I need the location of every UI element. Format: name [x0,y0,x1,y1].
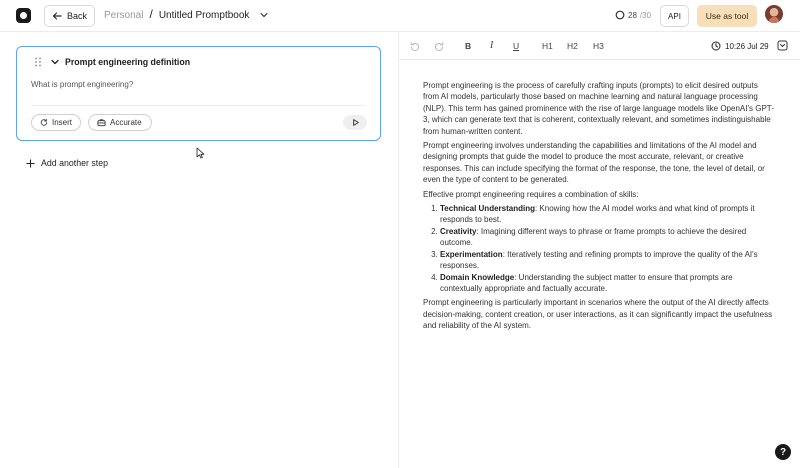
back-button[interactable]: Back [44,5,95,27]
mouse-cursor-icon [196,147,205,159]
heading-2-button[interactable]: H2 [567,41,578,51]
undo-button[interactable] [410,41,420,51]
pane-divider[interactable] [398,33,399,468]
heading-3-button[interactable]: H3 [593,41,604,51]
chevron-down-icon[interactable] [259,10,269,20]
skill-desc: : Imagining different ways to phrase or … [440,226,747,248]
play-icon [352,119,359,126]
redo-icon [435,42,444,51]
steps-panel: Prompt engineering definition What is pr… [0,33,398,468]
timestamp-text: 10:26 Jul 29 [725,41,769,51]
list-item: Technical Understanding: Knowing how the… [440,203,775,226]
underline-button[interactable]: U [513,41,519,51]
insert-label: Insert [51,118,72,127]
paragraph: Prompt engineering involves understandin… [423,141,765,185]
undo-icon [410,42,419,51]
saved-timestamp: 10:26 Jul 29 [711,41,769,51]
insert-button[interactable]: Insert [31,114,81,131]
skill-term: Creativity [440,226,477,236]
step-title[interactable]: Prompt engineering definition [65,57,190,67]
list-item: Experimentation: Iteratively testing and… [440,249,775,272]
list-item: Creativity: Imagining different ways to … [440,226,775,249]
step-prompt-input[interactable]: What is prompt engineering? [31,80,133,89]
use-as-tool-button[interactable]: Use as tool [697,5,757,27]
api-button[interactable]: API [660,5,689,27]
paragraph: Prompt engineering is the process of car… [423,81,774,136]
credits-counter: 28/30 [615,10,651,20]
expand-icon[interactable] [777,40,788,51]
skill-term: Technical Understanding [440,204,535,214]
add-step-button[interactable]: Add another step [26,158,108,168]
drag-handle-icon[interactable] [34,57,42,67]
document-body[interactable]: Prompt engineering is the process of car… [423,80,775,335]
redo-button[interactable] [434,41,444,51]
skill-term: Domain Knowledge [440,272,515,282]
credits-total: /30 [639,10,652,20]
paragraph: Prompt engineering is particularly impor… [423,298,773,331]
clock-icon [711,41,721,51]
refresh-icon [40,118,48,126]
arrow-left-icon [52,12,62,20]
accurate-label: Accurate [110,118,142,127]
help-icon[interactable]: ? [775,444,791,460]
credits-used: 28 [628,10,637,20]
italic-button[interactable]: I [490,40,493,51]
run-step-button[interactable] [343,115,367,130]
list-item: Domain Knowledge: Understanding the subj… [440,272,775,295]
step-card[interactable]: Prompt engineering definition What is pr… [16,46,381,141]
workspace-link[interactable]: Personal [104,10,143,21]
skill-term: Experimentation [440,249,503,259]
step-divider [31,105,366,106]
back-label: Back [66,11,87,21]
add-step-label: Add another step [41,158,109,168]
breadcrumb-separator: / [149,7,153,21]
editor-toolbar: B I U H1 H2 H3 10:26 Jul 29 [399,33,800,60]
accurate-mode-button[interactable]: Accurate [88,114,152,131]
credits-ring-icon [615,10,625,20]
skills-list: Technical Understanding: Knowing how the… [440,203,775,294]
logo-icon[interactable] [16,8,31,23]
chevron-down-icon[interactable] [50,57,60,67]
briefcase-icon [97,119,106,127]
avatar[interactable] [765,5,783,23]
breadcrumb: Personal / Untitled Promptbook [104,7,269,21]
bold-button[interactable]: B [465,41,471,51]
top-bar: Back Personal / Untitled Promptbook 28/3… [0,0,800,32]
paragraph: Effective prompt engineering requires a … [423,189,639,199]
doc-title[interactable]: Untitled Promptbook [159,10,250,21]
plus-icon [26,158,35,168]
heading-1-button[interactable]: H1 [542,41,553,51]
